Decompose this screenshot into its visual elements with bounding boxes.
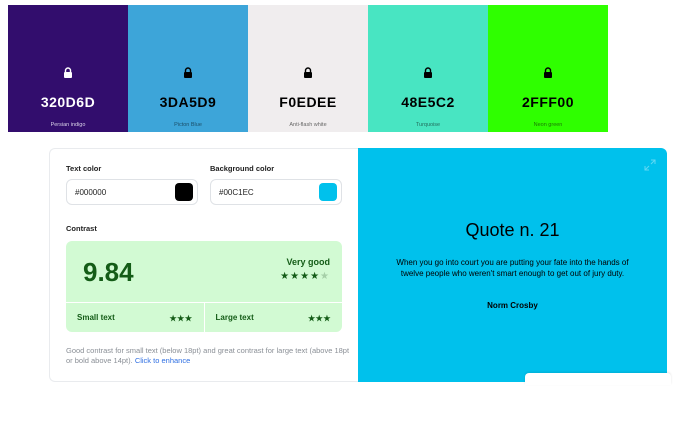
background-color-field[interactable] [210, 179, 342, 205]
app-root: 320D6D Persian indigo 3DA5D9 Picton Blue… [0, 0, 679, 432]
enhance-link[interactable]: Click to enhance [135, 356, 190, 365]
contrast-ratio: 9.84 [83, 257, 134, 287]
contrast-result: 9.84 Very good ★★★★★ Small text ★★★ Larg… [66, 241, 342, 332]
stars-on: ★★★★ [280, 271, 321, 282]
rating-stars: ★★★★★ [280, 271, 330, 282]
quote-title: Quote n. 21 [465, 220, 560, 240]
swatch-hex: 320D6D [40, 94, 96, 110]
text-color-input[interactable] [75, 187, 165, 197]
text-color-swatch[interactable] [175, 183, 193, 201]
quote-preview: Quote n. 21 When you go into court you a… [358, 148, 667, 382]
swatch-hex: 48E5C2 [401, 94, 455, 110]
floating-card [525, 373, 671, 385]
contrast-rating: Very good [286, 257, 330, 267]
small-text-rating: Small text ★★★ [66, 303, 204, 332]
swatch-name: Persian indigo [50, 122, 86, 128]
background-color-swatch[interactable] [319, 183, 337, 201]
text-color-label: Text color [66, 164, 102, 173]
background-color-input[interactable] [219, 187, 309, 197]
swatch-name: Turquoise [415, 122, 441, 128]
contrast-checker-panel: Text color Background color Contrast 9.8… [49, 148, 359, 382]
small-text-stars: ★★★ [169, 314, 193, 323]
contrast-label: Contrast [66, 224, 97, 233]
text-color-field[interactable] [66, 179, 198, 205]
lock-icon[interactable] [63, 67, 73, 78]
quote-author: Norm Crosby [487, 301, 538, 310]
swatch-3[interactable]: F0EDEE Anti-flash white [248, 5, 368, 132]
contrast-summary: 9.84 Very good ★★★★★ [66, 241, 342, 301]
stars-off: ★ [320, 271, 330, 282]
expand-icon[interactable] [644, 159, 656, 171]
contrast-description: Good contrast for small text (below 18pt… [66, 346, 350, 366]
swatch-hex: 3DA5D9 [159, 94, 217, 110]
swatch-2[interactable]: 3DA5D9 Picton Blue [128, 5, 248, 132]
lock-icon[interactable] [183, 67, 193, 78]
swatch-4[interactable]: 48E5C2 Turquoise [368, 5, 488, 132]
quote-text: When you go into court you are putting y… [396, 258, 629, 278]
contrast-description-text: Good contrast for small text (below 18pt… [66, 346, 350, 365]
swatch-hex: F0EDEE [279, 94, 337, 110]
text-size-ratings: Small text ★★★ Large text ★★★ [66, 302, 342, 332]
lock-icon[interactable] [423, 67, 433, 78]
lock-icon[interactable] [543, 67, 553, 78]
swatch-5[interactable]: 2FFF00 Neon green [488, 5, 608, 132]
large-text-label: Large text [215, 313, 254, 322]
small-text-label: Small text [77, 313, 115, 322]
swatch-name: Neon green [533, 122, 563, 128]
swatch-name: Anti-flash white [289, 122, 327, 128]
large-text-stars: ★★★ [307, 314, 331, 323]
swatch-1[interactable]: 320D6D Persian indigo [8, 5, 128, 132]
large-text-rating: Large text ★★★ [203, 303, 343, 332]
swatch-name: Picton Blue [174, 122, 202, 128]
lock-icon[interactable] [303, 67, 313, 78]
background-color-label: Background color [210, 164, 275, 173]
color-palette: 320D6D Persian indigo 3DA5D9 Picton Blue… [8, 5, 608, 132]
swatch-hex: 2FFF00 [521, 94, 574, 110]
